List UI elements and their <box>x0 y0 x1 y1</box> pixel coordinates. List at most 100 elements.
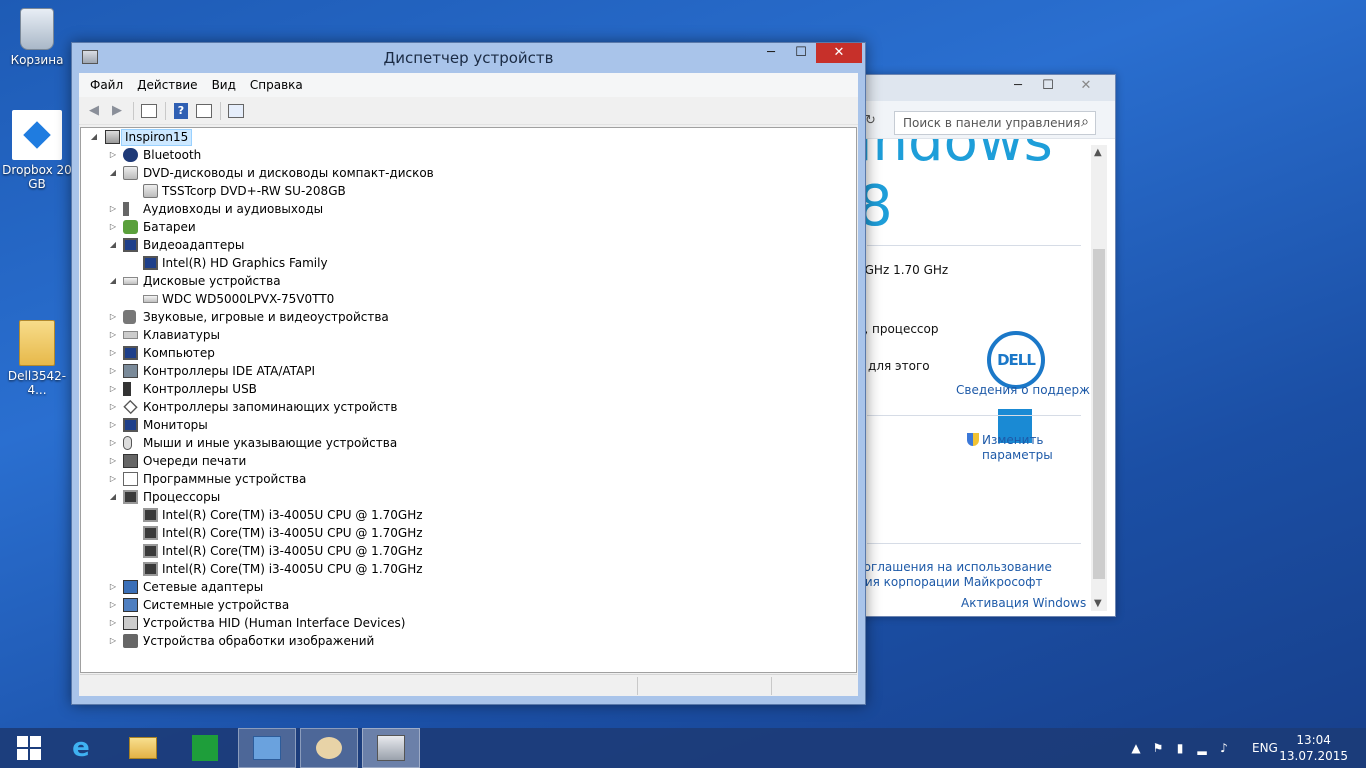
expand-arrow-icon[interactable]: ▷ <box>108 578 118 596</box>
device-manager-titlebar[interactable]: Диспетчер устройств ─ ☐ ✕ <box>72 43 865 73</box>
properties-button[interactable] <box>193 100 215 122</box>
collapse-arrow-icon[interactable]: ◢ <box>108 164 118 182</box>
action-center-flag-icon[interactable]: ⚑ <box>1151 741 1165 755</box>
tree-category-row[interactable]: ▷ Мониторы <box>81 416 856 434</box>
menu-file[interactable]: Файл <box>83 78 130 92</box>
tree-category-row[interactable]: ▷ Компьютер <box>81 344 856 362</box>
network-signal-icon[interactable]: ▂ <box>1195 741 1209 755</box>
scroll-thumb[interactable] <box>1093 249 1105 579</box>
expand-arrow-icon[interactable]: ▷ <box>108 470 118 488</box>
forward-arrow-icon[interactable]: ▶ <box>106 100 128 122</box>
search-icon[interactable]: ⌕ <box>1081 114 1089 130</box>
taskbar-control-panel[interactable] <box>238 728 296 768</box>
minimize-button[interactable]: ─ <box>1003 75 1033 97</box>
expand-arrow-icon[interactable]: ▷ <box>108 614 118 632</box>
collapse-arrow-icon[interactable]: ◢ <box>89 128 99 146</box>
expand-arrow-icon[interactable]: ▷ <box>108 398 118 416</box>
tree-category-row[interactable]: ▷ Мыши и иные указывающие устройства <box>81 434 856 452</box>
scroll-up-icon[interactable]: ▲ <box>1094 147 1102 158</box>
support-info-link[interactable]: Сведения о поддержке <box>956 383 1097 397</box>
tree-category-row[interactable]: ▷ Системные устройства <box>81 596 856 614</box>
scan-hardware-button[interactable] <box>225 100 247 122</box>
show-hidden-icons-chevron-icon[interactable]: ▲ <box>1129 741 1143 755</box>
minimize-button[interactable]: ─ <box>756 43 786 63</box>
battery-icon[interactable]: ▮ <box>1173 741 1187 755</box>
volume-icon[interactable]: ♪ <box>1217 741 1231 755</box>
control-panel-scrollbar[interactable]: ▲ ▼ <box>1091 145 1107 611</box>
close-button[interactable]: ✕ <box>816 43 862 63</box>
expand-arrow-icon[interactable]: ▷ <box>108 200 118 218</box>
tree-category-row[interactable]: ▷ Контроллеры IDE ATA/ATAPI <box>81 362 856 380</box>
tree-category-row[interactable]: ▷ Устройства HID (Human Interface Devices… <box>81 614 856 632</box>
back-arrow-icon[interactable]: ◀ <box>83 100 105 122</box>
tree-category-row[interactable]: ◢ Дисковые устройства <box>81 272 856 290</box>
tree-category-row[interactable]: ◢ Процессоры <box>81 488 856 506</box>
collapse-arrow-icon[interactable]: ◢ <box>108 236 118 254</box>
tree-category-row[interactable]: ▷ Устройства обработки изображений <box>81 632 856 650</box>
taskbar-file-explorer[interactable] <box>114 728 172 768</box>
expand-arrow-icon[interactable]: ▷ <box>108 632 118 650</box>
tree-category-row[interactable]: ◢ DVD-дисководы и дисководы компакт-диско… <box>81 164 856 182</box>
menu-view[interactable]: Вид <box>205 78 243 92</box>
expand-arrow-icon[interactable]: ▷ <box>108 434 118 452</box>
tree-category-row[interactable]: ▷ Звуковые, игровые и видеоустройства <box>81 308 856 326</box>
control-panel-window[interactable]: ─ ☐ ✕ ↻ Поиск в панели управления ⌕ indo… <box>856 74 1116 617</box>
desktop-icon-folder[interactable]: Dell3542-4... <box>1 320 73 397</box>
tree-device-row[interactable]: Intel(R) Core(TM) i3-4005U CPU @ 1.70GHz <box>81 506 856 524</box>
collapse-arrow-icon[interactable]: ◢ <box>108 272 118 290</box>
expand-arrow-icon[interactable]: ▷ <box>108 380 118 398</box>
tree-category-row[interactable]: ▷ Батареи <box>81 218 856 236</box>
expand-arrow-icon[interactable]: ▷ <box>108 326 118 344</box>
tree-category-row[interactable]: ▷ Bluetooth <box>81 146 856 164</box>
desktop-icon-recycle-bin[interactable]: Корзина <box>1 8 73 67</box>
tree-category-row[interactable]: ▷ Программные устройства <box>81 470 856 488</box>
tree-device-row[interactable]: Intel(R) HD Graphics Family <box>81 254 856 272</box>
tree-device-row[interactable]: Intel(R) Core(TM) i3-4005U CPU @ 1.70GHz <box>81 542 856 560</box>
device-tree[interactable]: ◢ Inspiron15 ▷ Bluetooth ◢ DVD-дисководы и ди… <box>80 127 857 673</box>
tree-category-row[interactable]: ▷ Контроллеры запоминающих устройств <box>81 398 856 416</box>
close-button[interactable]: ✕ <box>1063 75 1109 97</box>
expand-arrow-icon[interactable]: ▷ <box>108 596 118 614</box>
collapse-arrow-icon[interactable]: ◢ <box>108 488 118 506</box>
language-indicator[interactable]: ENG <box>1252 741 1278 755</box>
tree-device-row[interactable]: TSSTcorp DVD+-RW SU-208GB <box>81 182 856 200</box>
tree-category-row[interactable]: ▷ Очереди печати <box>81 452 856 470</box>
tree-category-row[interactable]: ▷ Контроллеры USB <box>81 380 856 398</box>
device-manager-window[interactable]: Диспетчер устройств ─ ☐ ✕ Файл Действие … <box>71 42 866 705</box>
start-button[interactable] <box>0 728 58 768</box>
expand-arrow-icon[interactable]: ▷ <box>108 218 118 236</box>
refresh-icon[interactable]: ↻ <box>865 113 876 128</box>
tree-device-row[interactable]: Intel(R) Core(TM) i3-4005U CPU @ 1.70GHz <box>81 524 856 542</box>
expand-arrow-icon[interactable]: ▷ <box>108 416 118 434</box>
windows-activation-link[interactable]: Активация Windows <box>961 596 1086 610</box>
tree-device-row[interactable]: WDC WD5000LPVX-75V0TT0 <box>81 290 856 308</box>
expand-arrow-icon[interactable]: ▷ <box>108 146 118 164</box>
taskbar-internet-explorer[interactable]: e <box>52 728 110 768</box>
expand-arrow-icon[interactable]: ▷ <box>108 362 118 380</box>
change-settings-link[interactable]: Изменить <box>967 433 1044 447</box>
tree-category-row[interactable]: ▷ Клавиатуры <box>81 326 856 344</box>
license-terms-link-2[interactable]: ния корпорации Майкрософт <box>857 575 1043 589</box>
taskbar-paint[interactable] <box>300 728 358 768</box>
license-terms-link[interactable]: соглашения на использование <box>857 560 1052 574</box>
desktop-icon-dropbox[interactable]: Dropbox 20 GB <box>1 110 73 191</box>
tree-category-row[interactable]: ▷ Аудиовходы и аудиовыходы <box>81 200 856 218</box>
tree-category-row[interactable]: ◢ Видеоадаптеры <box>81 236 856 254</box>
taskbar-device-manager[interactable] <box>362 728 420 768</box>
tree-root-row[interactable]: ◢ Inspiron15 <box>81 128 856 146</box>
menu-help[interactable]: Справка <box>243 78 310 92</box>
menu-action[interactable]: Действие <box>130 78 204 92</box>
scroll-down-icon[interactable]: ▼ <box>1094 598 1102 609</box>
control-panel-titlebar[interactable]: ─ ☐ ✕ <box>857 75 1115 101</box>
expand-arrow-icon[interactable]: ▷ <box>108 452 118 470</box>
clock[interactable]: 13:04 13.07.2015 <box>1279 732 1348 764</box>
help-button[interactable]: ? <box>170 100 192 122</box>
taskbar-store[interactable] <box>176 728 234 768</box>
show-hide-console-tree-button[interactable] <box>138 100 160 122</box>
tree-category-row[interactable]: ▷ Сетевые адаптеры <box>81 578 856 596</box>
expand-arrow-icon[interactable]: ▷ <box>108 344 118 362</box>
control-panel-search-input[interactable]: Поиск в панели управления ⌕ <box>894 111 1096 135</box>
expand-arrow-icon[interactable]: ▷ <box>108 308 118 326</box>
change-settings-line2[interactable]: параметры <box>982 448 1053 462</box>
tree-device-row[interactable]: Intel(R) Core(TM) i3-4005U CPU @ 1.70GHz <box>81 560 856 578</box>
